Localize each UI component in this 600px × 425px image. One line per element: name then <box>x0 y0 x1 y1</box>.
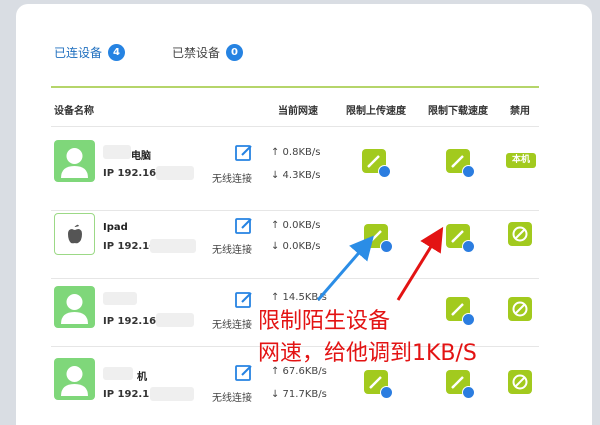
annotation-line-1: 限制陌生设备 <box>258 309 391 334</box>
annotation-text: 限制陌生设备 网速，给他调到1KB/S <box>258 306 477 370</box>
blue-arrow <box>316 235 374 301</box>
annotation-line-2: 网速，给他调到1KB/S <box>258 341 477 366</box>
red-arrow <box>396 226 444 301</box>
